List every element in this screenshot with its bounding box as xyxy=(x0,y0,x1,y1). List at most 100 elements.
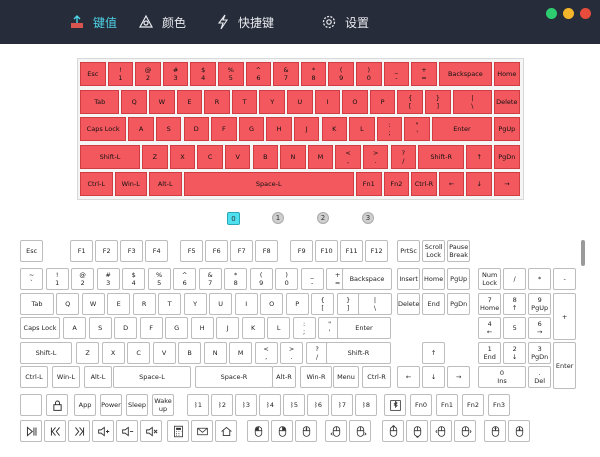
key-sym[interactable]: ← xyxy=(397,366,421,388)
tab-settings[interactable]: 设置 xyxy=(321,0,369,44)
key-2[interactable]: 2 ↓ xyxy=(503,342,527,364)
key-fn3[interactable]: Fn3 xyxy=(488,394,510,416)
key-enter[interactable]: Enter xyxy=(431,117,492,141)
key-tab[interactable]: Tab xyxy=(80,89,120,114)
key-3[interactable]: #3 xyxy=(96,268,120,290)
key-j[interactable]: J xyxy=(293,117,320,141)
layer-1-button[interactable]: 1 xyxy=(272,212,284,224)
key-win-l[interactable]: Win-L xyxy=(52,366,80,388)
key-3[interactable]: ᛒ3 xyxy=(235,394,257,416)
key-sym[interactable]: :; xyxy=(376,117,403,141)
key-shift-l[interactable]: Shift-L xyxy=(20,342,72,364)
key-z[interactable]: Z xyxy=(142,144,168,169)
key-sym[interactable]: ~ ` xyxy=(20,268,44,290)
key-mouse-move-up[interactable] xyxy=(382,420,404,442)
key-f5[interactable]: F5 xyxy=(180,240,204,262)
key-shift-r[interactable]: Shift-R xyxy=(418,144,465,169)
key-0-ins[interactable]: 0 Ins xyxy=(478,366,526,388)
key-volume-up[interactable] xyxy=(92,420,114,442)
key-i[interactable]: I xyxy=(234,293,258,315)
key-ctrl-r[interactable]: Ctrl-R xyxy=(411,172,437,196)
key-sym[interactable]: <, xyxy=(254,342,278,364)
key-mouse-forward[interactable] xyxy=(349,420,371,442)
key-k[interactable]: K xyxy=(321,117,348,141)
key-f[interactable]: F xyxy=(211,117,237,141)
key-delete[interactable]: Delete xyxy=(494,89,520,114)
key-sym[interactable]: + = xyxy=(411,62,437,86)
key-sym[interactable]: + xyxy=(553,293,577,340)
key-f3[interactable]: F3 xyxy=(120,240,144,262)
key-fn0[interactable]: Fn0 xyxy=(410,394,432,416)
key-sym[interactable]: ← xyxy=(438,172,465,196)
key-9[interactable]: (9 xyxy=(328,62,354,86)
key-sym[interactable]: <, xyxy=(335,144,361,169)
key-6[interactable]: ^ 6 xyxy=(173,268,197,290)
key-1-end[interactable]: 1 End xyxy=(478,342,502,364)
key-pgdn[interactable]: PgDn xyxy=(447,293,471,315)
key-9-pgup[interactable]: 9 PgUp xyxy=(528,293,552,315)
key-sym[interactable]: / xyxy=(503,268,527,290)
key-fn1[interactable]: Fn1 xyxy=(436,394,458,416)
key-sym[interactable]: ? / xyxy=(390,144,417,169)
key-8[interactable]: 8 ↑ xyxy=(503,293,527,315)
key-a[interactable]: A xyxy=(63,317,87,339)
key-d[interactable]: D xyxy=(114,317,138,339)
key-l[interactable]: L xyxy=(349,117,375,141)
key-ctrl-l[interactable]: Ctrl-L xyxy=(80,172,113,196)
key-8[interactable]: * 8 xyxy=(300,62,327,86)
key-sym[interactable]: ↓ xyxy=(422,366,446,388)
key-p[interactable]: P xyxy=(369,89,396,114)
key-b[interactable]: B xyxy=(178,342,202,364)
key-next-track[interactable] xyxy=(68,420,90,442)
key-caps-lock[interactable]: Caps Lock xyxy=(80,117,127,141)
key-c[interactable]: C xyxy=(197,144,223,169)
key-caps-lock[interactable]: Caps Lock xyxy=(20,317,60,339)
key-8[interactable]: * 8 xyxy=(224,268,248,290)
key-q[interactable]: Q xyxy=(121,89,147,114)
key-esc[interactable]: Esc xyxy=(20,240,44,262)
scrollbar[interactable] xyxy=(581,240,585,266)
key-w[interactable]: W xyxy=(149,89,175,114)
key-4[interactable]: $4 xyxy=(190,62,216,86)
layer-3-button[interactable]: 3 xyxy=(362,212,374,224)
key-e[interactable]: E xyxy=(176,89,203,114)
key-2[interactable]: @2 xyxy=(71,268,95,290)
key-v[interactable]: V xyxy=(152,342,176,364)
key-f11[interactable]: F11 xyxy=(340,240,364,262)
key-sym[interactable]: ↑ xyxy=(466,144,492,169)
key-mouse-middle-click[interactable] xyxy=(295,420,317,442)
key-sym[interactable]: → xyxy=(447,366,471,388)
key-f7[interactable]: F7 xyxy=(230,240,254,262)
key-r[interactable]: R xyxy=(204,89,230,114)
layer-0-button[interactable]: 0 xyxy=(227,212,240,225)
key-sym[interactable]: | \ xyxy=(452,89,492,114)
key-sym[interactable]: {[ xyxy=(311,293,335,315)
key-sym[interactable]: }] xyxy=(425,89,451,114)
key-mouse-right-click[interactable] xyxy=(271,420,293,442)
key-z[interactable]: Z xyxy=(76,342,100,364)
key-t[interactable]: T xyxy=(231,89,258,114)
close-button[interactable] xyxy=(580,8,591,19)
key-1[interactable]: ! 1 xyxy=(107,62,134,86)
key-prtsc[interactable]: PrtSc xyxy=(397,240,421,262)
key-fn2[interactable]: Fn2 xyxy=(383,172,410,196)
key-calculator[interactable] xyxy=(167,420,189,442)
key-f8[interactable]: F8 xyxy=(255,240,279,262)
key-space-r[interactable]: Space-R xyxy=(195,366,273,388)
key-sym[interactable]: " ' xyxy=(404,117,430,141)
key-pgdn[interactable]: PgDn xyxy=(494,144,520,169)
key-menu[interactable]: Menu xyxy=(333,366,359,388)
key-f4[interactable]: F4 xyxy=(145,240,169,262)
key-mouse-back[interactable] xyxy=(325,420,347,442)
key-n[interactable]: N xyxy=(280,144,306,169)
key-f1[interactable]: F1 xyxy=(70,240,94,262)
key-f12[interactable]: F12 xyxy=(365,240,389,262)
key-b[interactable]: B xyxy=(252,144,279,169)
key-5[interactable]: % 5 xyxy=(147,268,171,290)
key-m[interactable]: M xyxy=(229,342,253,364)
key-7[interactable]: & 7 xyxy=(198,268,222,290)
key-wake-up[interactable]: Wake up xyxy=(152,394,174,416)
key-m[interactable]: M xyxy=(307,144,334,169)
key-enter[interactable]: Enter xyxy=(553,342,577,389)
key-j[interactable]: J xyxy=(216,317,240,339)
